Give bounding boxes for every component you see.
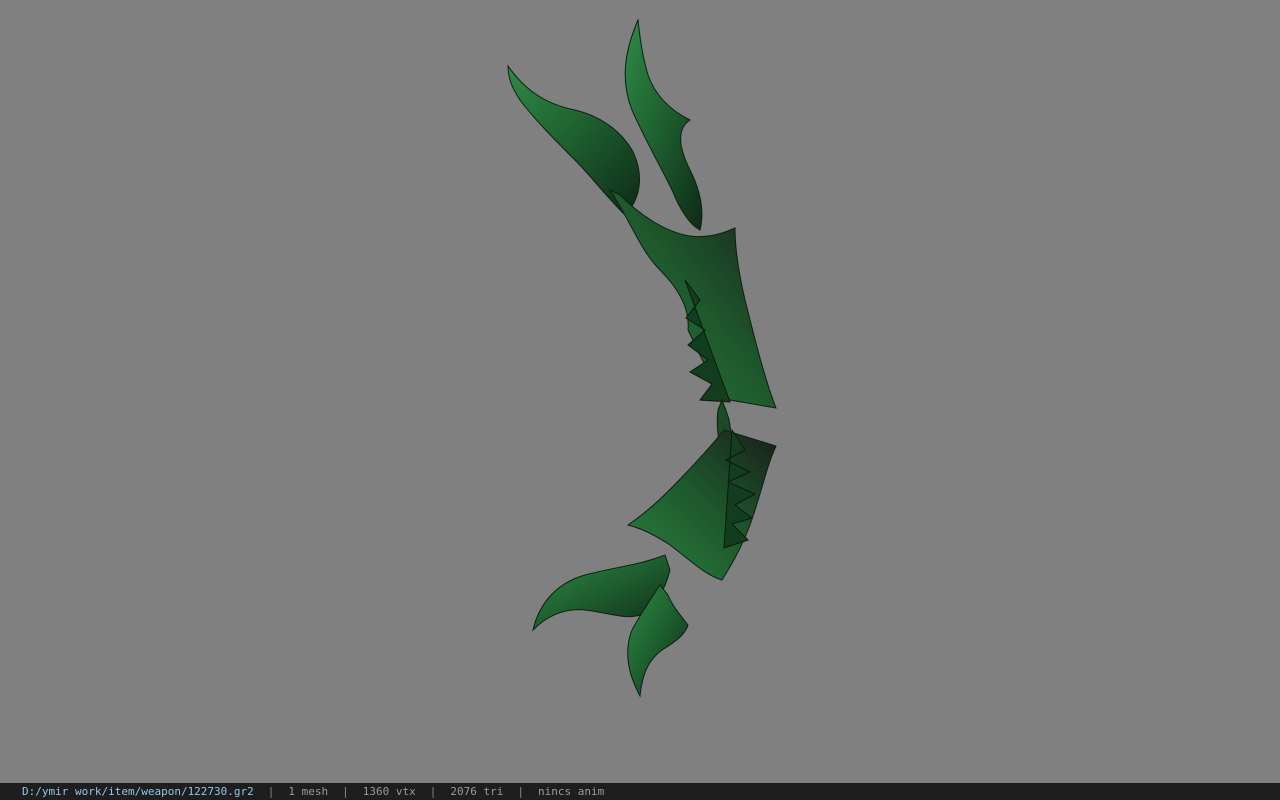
triangle-count: 2076 tri	[450, 785, 504, 798]
separator: |	[517, 785, 525, 798]
3d-viewport[interactable]	[0, 0, 1280, 783]
file-path: D:/ymir work/item/weapon/122730.gr2	[22, 785, 254, 798]
separator: |	[267, 785, 275, 798]
animation-status: nincs anim	[538, 785, 605, 798]
bow-lower-limb	[626, 429, 777, 581]
mesh-count: 1 mesh	[288, 785, 329, 798]
vertex-count: 1360 vtx	[362, 785, 416, 798]
green-bow-model-icon[interactable]	[0, 0, 1280, 783]
status-bar: D:/ymir work/item/weapon/122730.gr2 | 1 …	[0, 783, 1280, 800]
separator: |	[342, 785, 349, 798]
separator: |	[429, 785, 437, 798]
bow-upper-left-wing	[507, 64, 640, 216]
bow-upper-right-wing	[624, 18, 703, 231]
